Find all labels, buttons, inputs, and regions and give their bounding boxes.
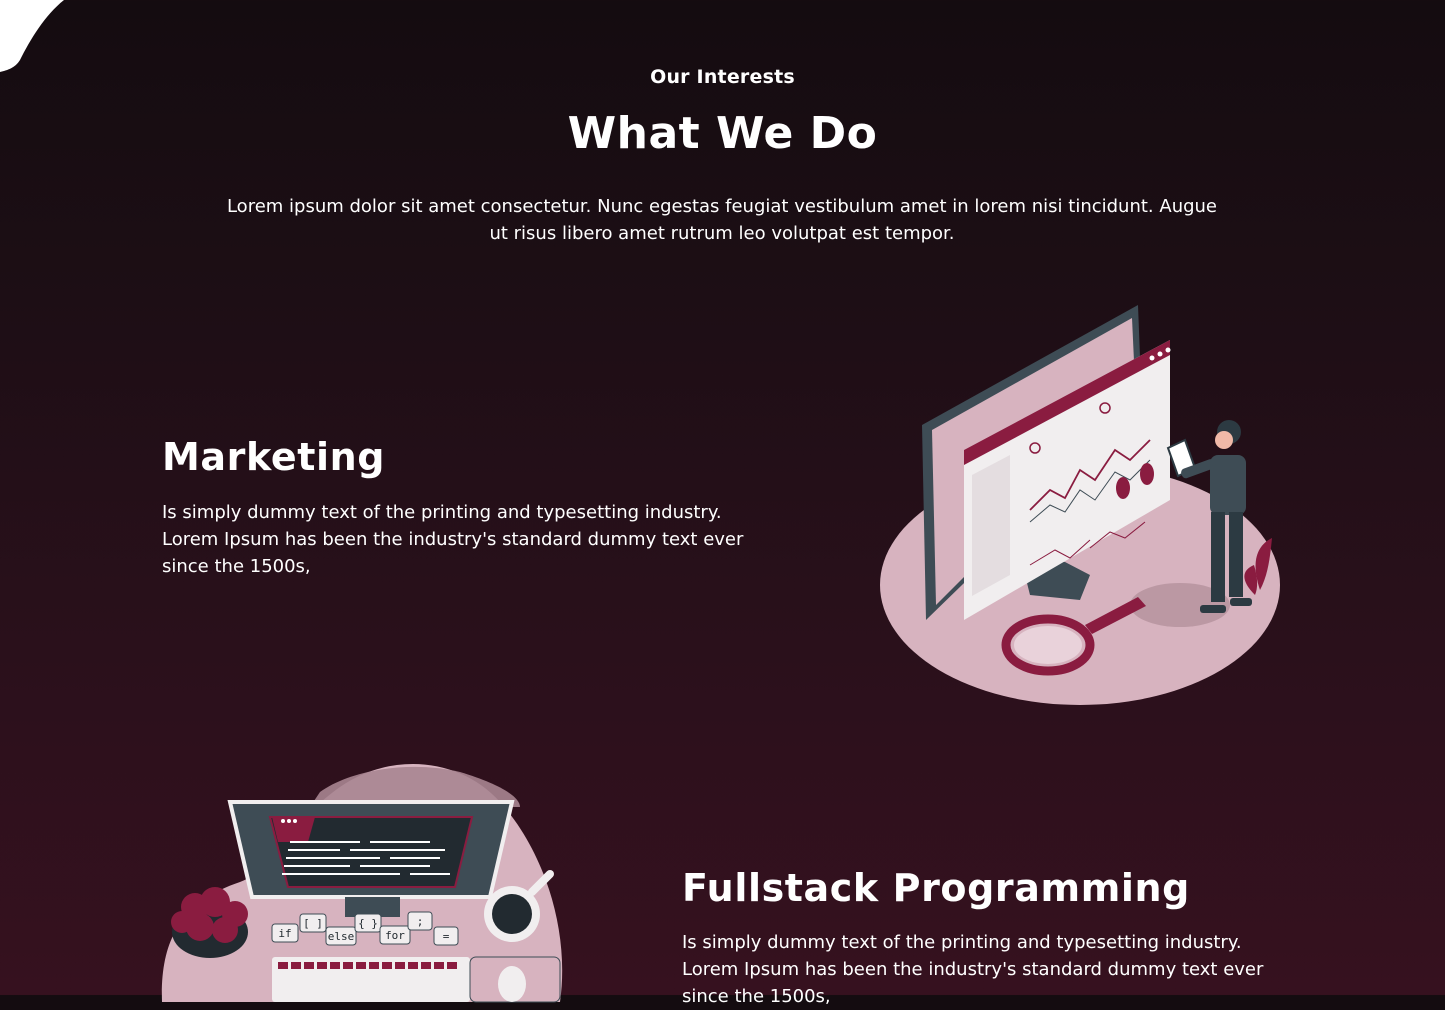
svg-text:else: else (328, 930, 355, 943)
svg-text:;: ; (417, 915, 424, 928)
code-bubble-else: else (325, 926, 357, 946)
code-bubble-if: if (271, 923, 299, 943)
section-intro: Lorem ipsum dolor sit amet consectetur. … (226, 196, 1218, 244)
section-eyebrow: Our Interests (650, 66, 795, 88)
corner-blob-decoration (0, 0, 64, 72)
svg-text:[ ]: [ ] (303, 917, 323, 930)
feature-text-fullstack: Is simply dummy text of the printing and… (682, 932, 1264, 1007)
code-bubble-equals: = (433, 926, 459, 946)
code-bubble-semicolon: ; (407, 911, 433, 931)
feature-text-marketing: Is simply dummy text of the printing and… (162, 502, 744, 577)
svg-text:{ }: { } (358, 917, 378, 930)
code-bubble-for: for (379, 925, 411, 945)
section-title: What We Do (567, 108, 878, 159)
code-bubble-brackets: [ ] (299, 913, 327, 933)
feature-title-fullstack: Fullstack Programming (682, 866, 1190, 910)
svg-text:if: if (278, 927, 291, 940)
svg-text:=: = (443, 930, 450, 943)
analytics-dashboard-illustration (880, 305, 1280, 705)
coding-desk-illustration: if [ ] else { } for ; = (161, 764, 563, 1003)
feature-title-marketing: Marketing (162, 435, 386, 479)
code-bubble-braces: { } (354, 913, 382, 933)
svg-text:for: for (385, 929, 405, 942)
